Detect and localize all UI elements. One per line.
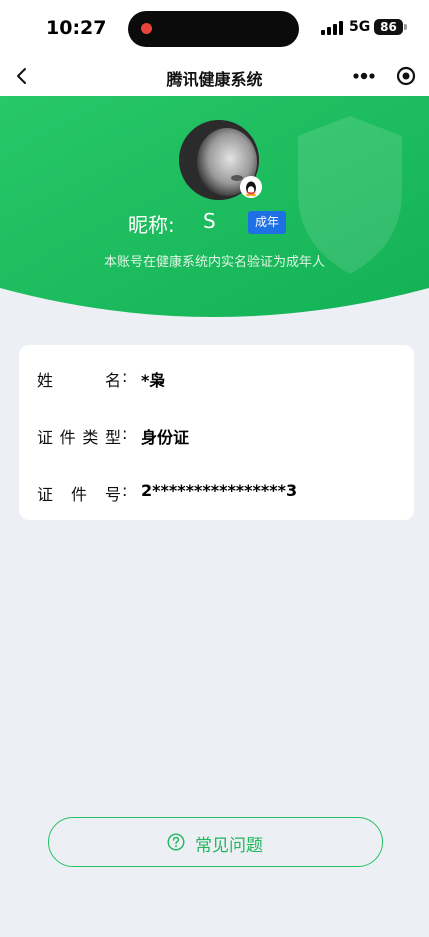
qq-penguin-icon [240, 176, 262, 198]
id-number-value: 2****************3 [141, 481, 298, 500]
network-type: 5G [349, 19, 371, 35]
verification-note: 本账号在健康系统内实名验证为成年人 [103, 255, 325, 270]
more-dots-icon[interactable] [343, 60, 383, 92]
nickname-label: 昵称: [128, 213, 175, 237]
identity-info-card: 姓名 : *枭 证件类型 : 身份证 证件号 : 2**************… [19, 345, 414, 520]
id-number-label: 证件号 [37, 485, 121, 504]
faq-label: 常见问题 [195, 836, 263, 856]
id-type-colon: : [122, 424, 128, 443]
recording-dot-icon [141, 23, 152, 34]
id-type-label: 证件类型 [37, 428, 121, 447]
battery-icon: 86 [374, 19, 403, 35]
dynamic-island [128, 11, 299, 47]
id-number-colon: : [122, 481, 128, 500]
id-type-value: 身份证 [141, 428, 190, 447]
name-colon: : [122, 367, 128, 386]
name-value: *枭 [141, 371, 166, 390]
record-circle-icon[interactable] [383, 60, 423, 92]
nav-bar: 腾讯健康系统 [0, 56, 429, 96]
question-circle-icon [167, 833, 185, 851]
status-bar: 10:27 5G 86 [0, 0, 429, 56]
status-time: 10:27 [46, 17, 107, 39]
mini-program-capsule [343, 60, 423, 92]
faq-button[interactable]: 常见问题 [48, 817, 383, 867]
name-label: 姓名 [37, 371, 121, 390]
adult-status-badge: 成年 [248, 211, 286, 234]
battery-tip [404, 24, 407, 30]
nickname-value: S [203, 209, 216, 233]
signal-icon [321, 21, 343, 35]
